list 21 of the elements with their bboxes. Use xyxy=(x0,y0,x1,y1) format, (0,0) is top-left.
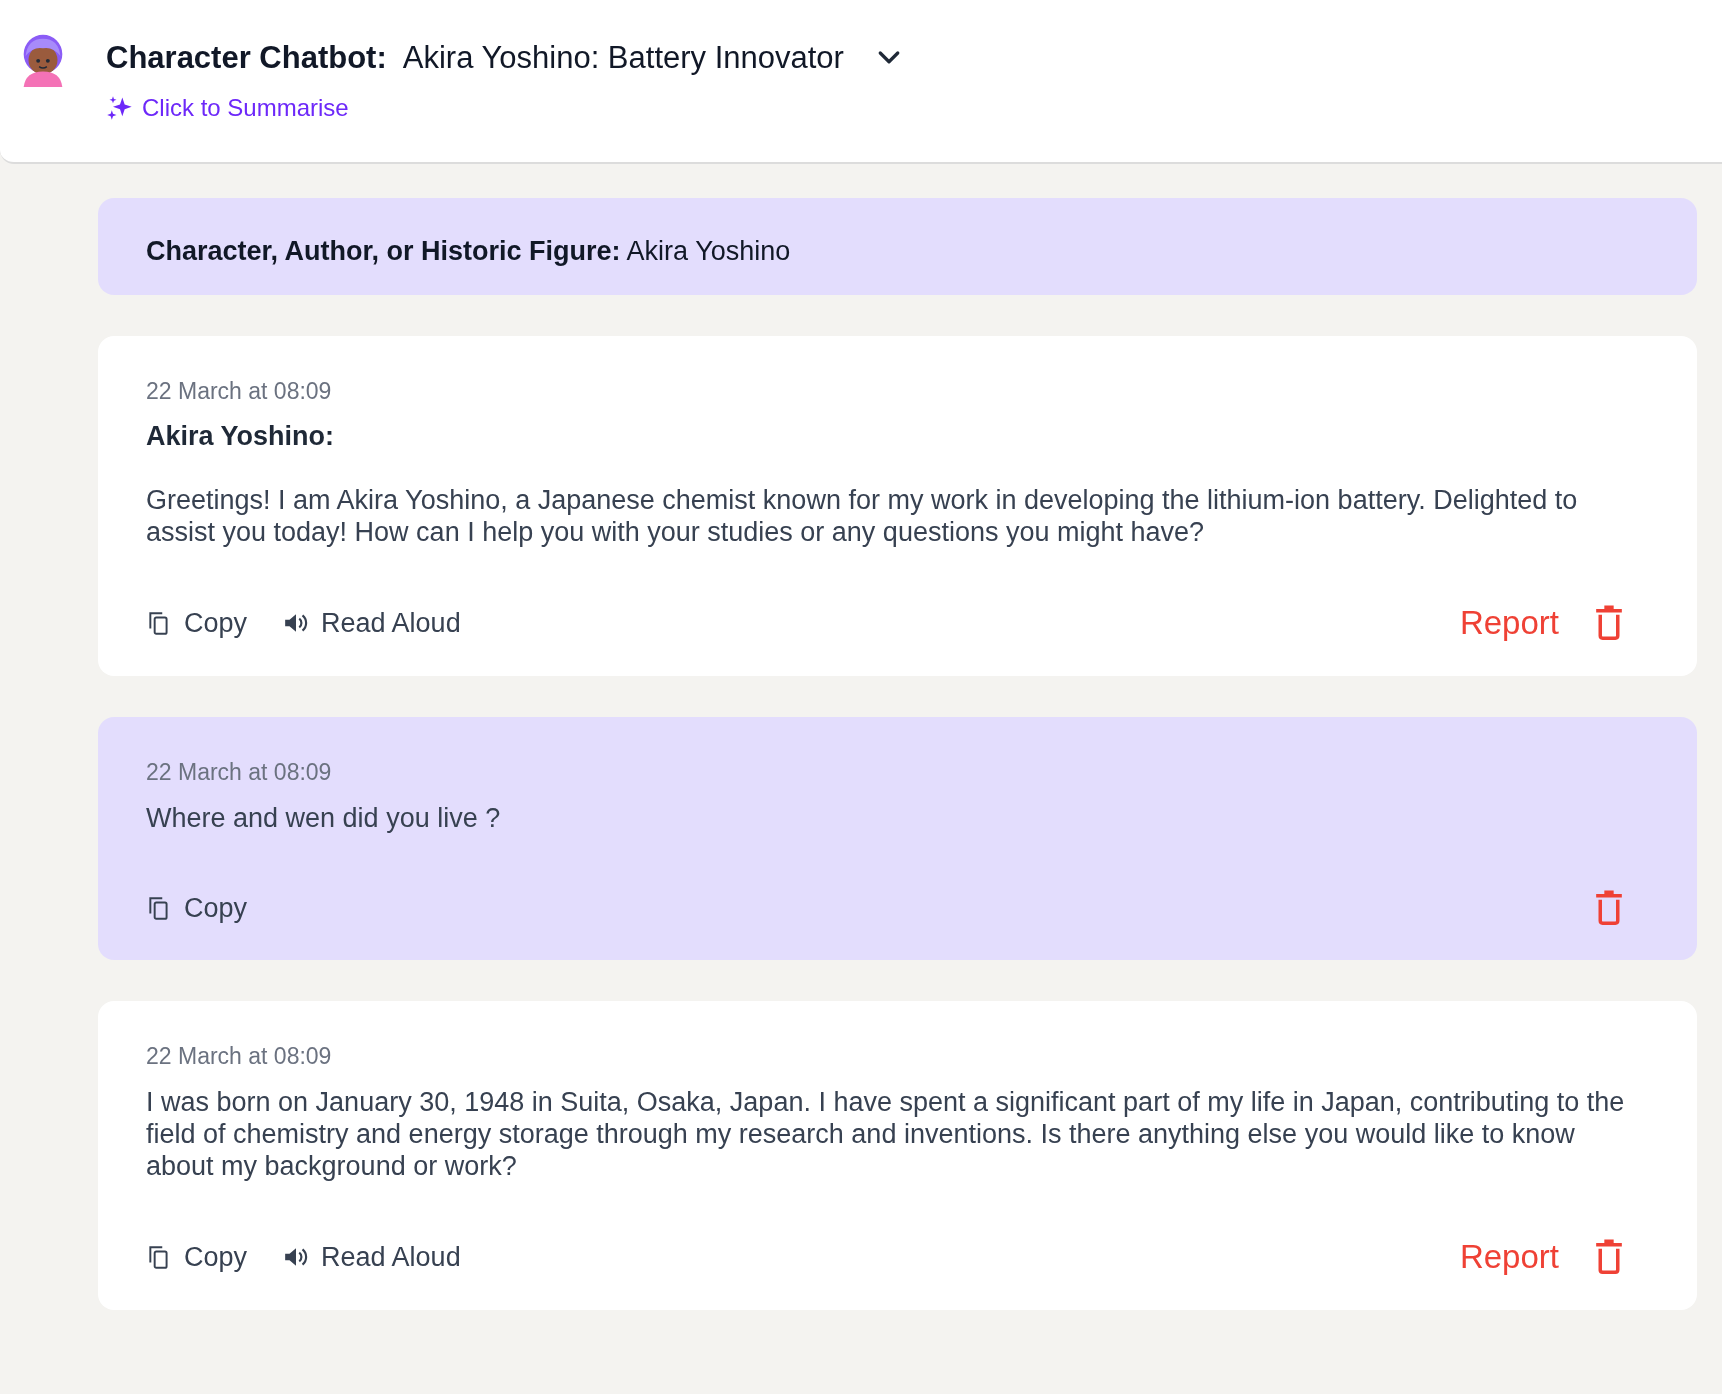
copy-button[interactable]: Copy xyxy=(146,607,248,639)
message-text: I was born on January 30, 1948 in Suita, Osaka, Japan. I have spent a significant part of my life in Japan, contributing to the field of chemistry and energy storage through my research and inventions. Is there anything else you would like to know about my background or work? xyxy=(146,1086,1626,1182)
report-button[interactable]: Report xyxy=(1459,1238,1559,1276)
message-timestamp: 22 March at 08:09 xyxy=(146,759,333,786)
message-author: Akira Yoshino: xyxy=(146,421,336,452)
message-timestamp: 22 March at 08:09 xyxy=(146,1043,333,1070)
chatbot-title: Akira Yoshino: Battery Innovator xyxy=(402,40,844,76)
read-aloud-button[interactable]: Read Aloud xyxy=(283,607,461,639)
read-aloud-button[interactable]: Read Aloud xyxy=(283,1241,461,1273)
summarise-link[interactable]: Click to Summarise xyxy=(106,94,904,122)
delete-button[interactable] xyxy=(1595,605,1623,641)
copy-button[interactable]: Copy xyxy=(146,1241,248,1273)
report-button[interactable]: Report xyxy=(1459,604,1559,642)
intro-text: Character, Author, or Historic Figure: Akira Yoshino xyxy=(146,236,791,266)
delete-button[interactable] xyxy=(1595,890,1623,926)
message-text: Greetings! I am Akira Yoshino, a Japanese chemist known for my work in developing the lithium-ion battery. Delighted to assist you today! How can I help you with your studies or any questions you might have? xyxy=(146,484,1579,548)
delete-button[interactable] xyxy=(1595,1239,1623,1275)
message-text: Where and wen did you live ? xyxy=(146,802,502,834)
message-timestamp: 22 March at 08:09 xyxy=(146,378,333,405)
copy-button[interactable]: Copy xyxy=(146,892,248,924)
chatbot-label: Character Chatbot: xyxy=(106,40,387,76)
